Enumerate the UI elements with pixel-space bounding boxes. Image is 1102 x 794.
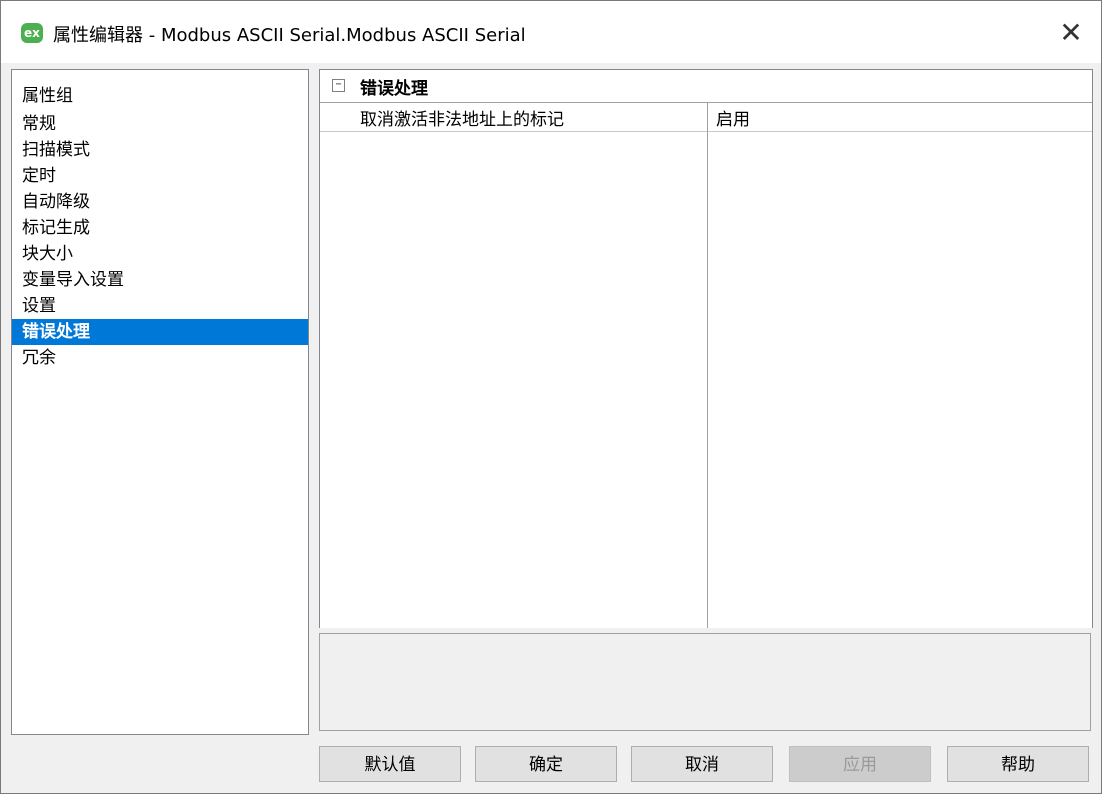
group-item-redundancy[interactable]: 冗余: [12, 345, 308, 371]
window-title: 属性编辑器 - Modbus ASCII Serial.Modbus ASCII…: [53, 25, 526, 46]
group-item-variable-import[interactable]: 变量导入设置: [12, 267, 308, 293]
ok-button[interactable]: 确定: [475, 746, 617, 782]
group-item-settings[interactable]: 设置: [12, 293, 308, 319]
apply-button[interactable]: 应用: [789, 746, 931, 782]
group-item-auto-demotion[interactable]: 自动降级: [12, 189, 308, 215]
group-item-block-size[interactable]: 块大小: [12, 241, 308, 267]
group-item-timing[interactable]: 定时: [12, 163, 308, 189]
description-panel: [319, 633, 1091, 731]
group-item-error-handling[interactable]: 错误处理: [12, 319, 308, 345]
property-grid: − 错误处理 取消激活非法地址上的标记 启用: [319, 69, 1093, 628]
property-editor-window: ex 属性编辑器 - Modbus ASCII Serial.Modbus AS…: [0, 0, 1102, 794]
property-name: 取消激活非法地址上的标记: [360, 110, 564, 130]
default-button[interactable]: 默认值: [319, 746, 461, 782]
category-row: − 错误处理: [320, 70, 1092, 103]
app-icon: ex: [21, 23, 43, 43]
property-value[interactable]: 启用: [716, 105, 750, 130]
group-item-tag-generation[interactable]: 标记生成: [12, 215, 308, 241]
help-button[interactable]: 帮助: [947, 746, 1089, 782]
cancel-button[interactable]: 取消: [631, 746, 773, 782]
group-item-general[interactable]: 常规: [12, 111, 308, 137]
collapse-icon[interactable]: −: [332, 79, 345, 92]
property-group-list: 属性组 常规 扫描模式 定时 自动降级 标记生成 块大小 变量导入设置 设置 错…: [11, 69, 309, 735]
property-group-header: 属性组: [22, 86, 73, 106]
property-row[interactable]: 取消激活非法地址上的标记 启用: [320, 103, 1092, 132]
column-divider[interactable]: [707, 103, 708, 628]
title-bar: ex 属性编辑器 - Modbus ASCII Serial.Modbus AS…: [1, 1, 1101, 63]
group-item-scan-mode[interactable]: 扫描模式: [12, 137, 308, 163]
category-label: 错误处理: [360, 79, 428, 99]
close-icon[interactable]: ✕: [1047, 13, 1095, 53]
